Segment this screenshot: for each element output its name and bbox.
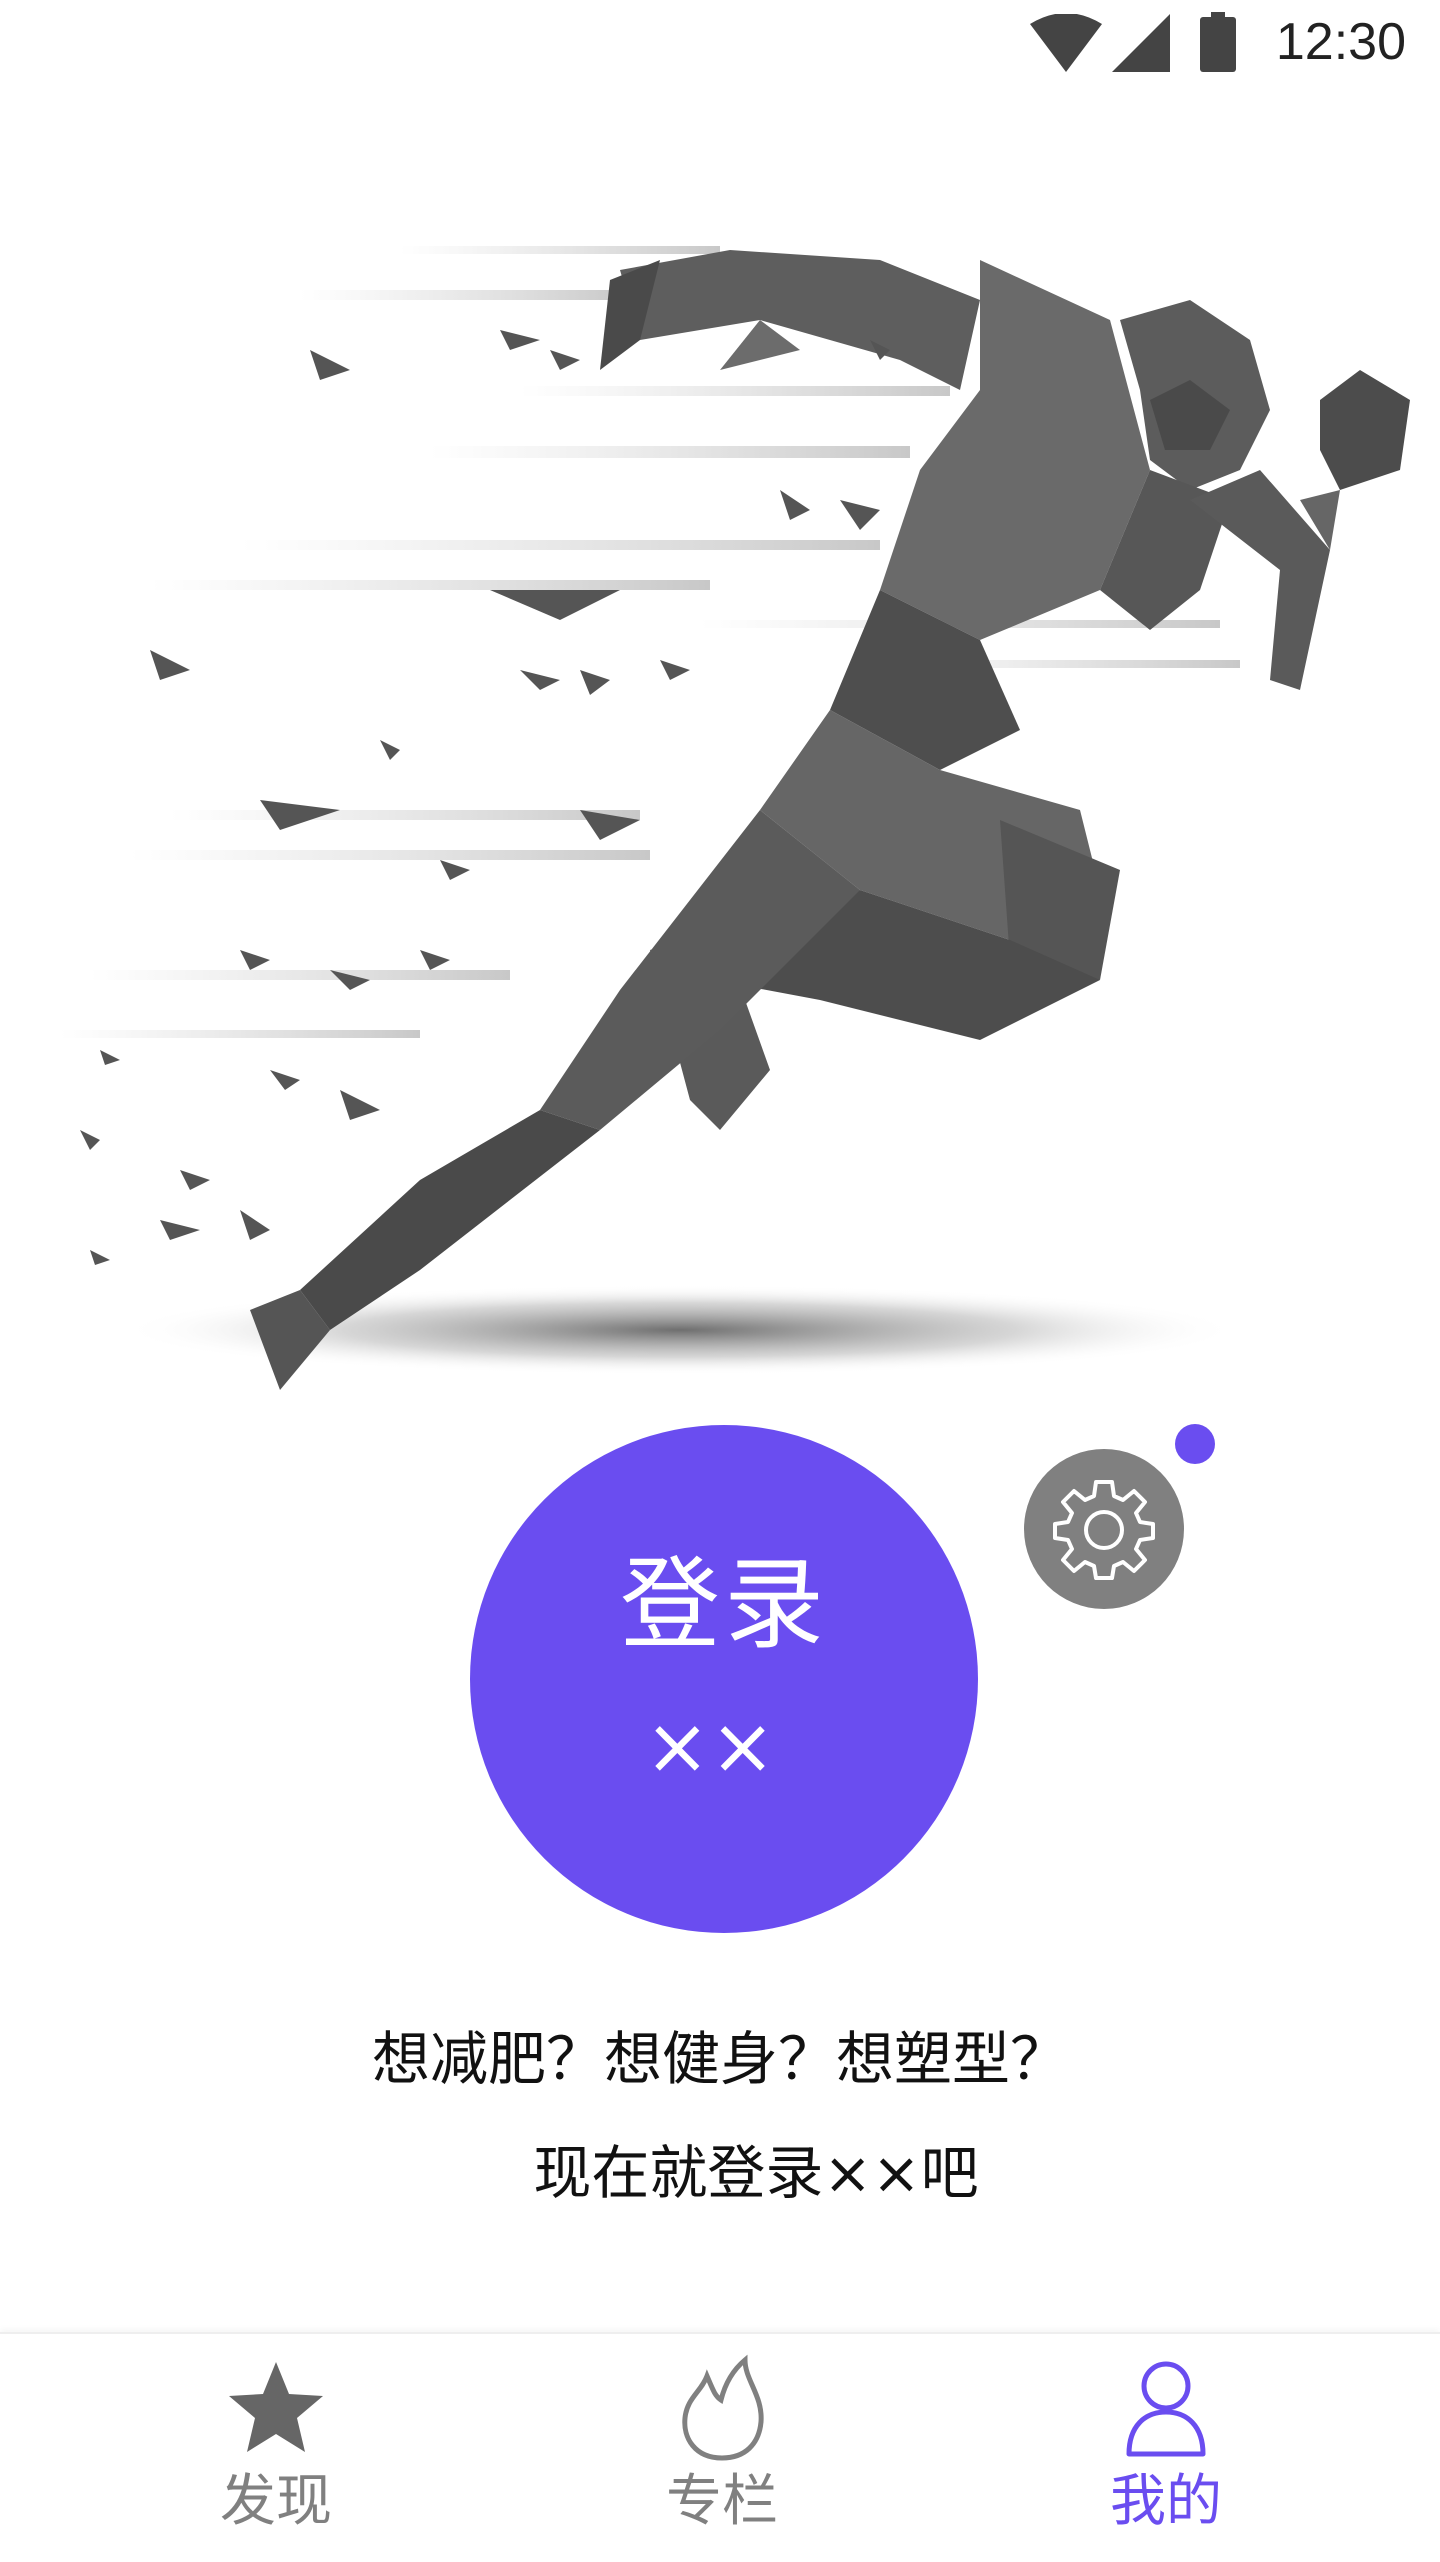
promo-line-2: 现在就登录××吧 — [533, 2139, 979, 2207]
tab-label: 我的 — [1110, 2469, 1222, 2534]
login-button[interactable]: 登录 ×× — [470, 1425, 978, 1933]
wifi-icon — [1030, 14, 1102, 72]
flame-icon — [682, 2354, 764, 2461]
login-subtitle: ×× — [644, 1702, 776, 1792]
tab-columns[interactable]: 专栏 — [572, 2334, 872, 2562]
bottom-tab-bar: 发现 专栏 我的 — [0, 2332, 1440, 2562]
notification-dot — [1175, 1424, 1215, 1464]
cell-signal-icon — [1112, 14, 1170, 72]
settings-button[interactable] — [1024, 1449, 1184, 1609]
person-icon — [1126, 2361, 1206, 2457]
shard-fragments — [80, 330, 890, 1265]
tab-label: 专栏 — [666, 2469, 778, 2534]
gear-icon — [1053, 1480, 1155, 1580]
star-icon — [229, 2362, 323, 2452]
battery-icon — [1200, 12, 1236, 72]
status-time: 12:30 — [1275, 13, 1406, 71]
tab-label: 发现 — [220, 2469, 332, 2534]
tab-discover[interactable]: 发现 — [126, 2334, 426, 2562]
promo-line-1: 想减肥？想健身？想塑型？ — [371, 2025, 1068, 2093]
tab-mine[interactable]: 我的 — [1016, 2334, 1316, 2562]
status-bar: 12:30 — [0, 0, 1440, 96]
running-man-illustration — [60, 246, 1410, 1390]
login-title: 登录 — [620, 1546, 828, 1663]
